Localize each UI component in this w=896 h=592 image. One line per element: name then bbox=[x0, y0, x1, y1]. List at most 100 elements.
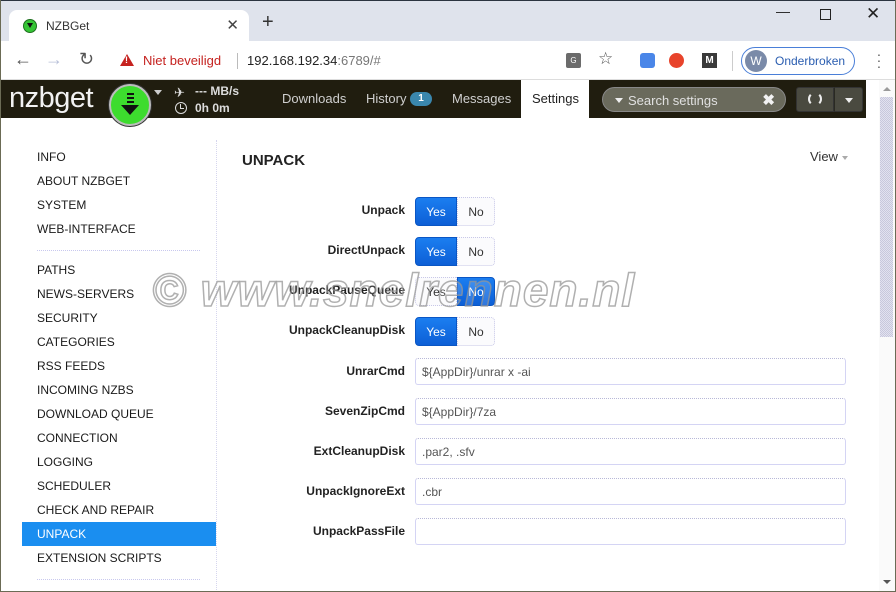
scroll-down-icon[interactable] bbox=[883, 580, 891, 584]
sidebar-item-rss-feeds[interactable]: RSS FEEDS bbox=[22, 354, 216, 378]
kebab-menu-icon[interactable]: · · · bbox=[876, 47, 882, 73]
sidebar-item-about-nzbget[interactable]: ABOUT NZBGET bbox=[22, 169, 216, 193]
address-bar[interactable]: 192.168.192.34:6789/# bbox=[247, 53, 381, 68]
window-close-icon[interactable]: ✕ bbox=[866, 4, 880, 24]
view-menu-button[interactable]: View bbox=[810, 149, 848, 164]
sidebar-item-check-and-repair[interactable]: CHECK AND REPAIR bbox=[22, 498, 216, 522]
sidebar-item-paths[interactable]: PATHS bbox=[22, 258, 216, 282]
setting-label: Unpack bbox=[361, 203, 405, 217]
tab-messages[interactable]: Messages bbox=[452, 91, 511, 106]
sidebar-item-news-servers[interactable]: NEWS-SERVERS bbox=[22, 282, 216, 306]
sidebar-item-web-interface[interactable]: WEB-INTERFACE bbox=[22, 217, 216, 241]
no-option[interactable]: No bbox=[457, 237, 495, 266]
sidebar-item-info[interactable]: INFO bbox=[22, 145, 216, 169]
unpackignoreext-input[interactable] bbox=[415, 478, 846, 505]
sidebar-item-categories[interactable]: CATEGORIES bbox=[22, 330, 216, 354]
sidebar-item-connection[interactable]: CONNECTION bbox=[22, 426, 216, 450]
caret-down-icon bbox=[841, 155, 848, 160]
nzbget-favicon-icon bbox=[23, 19, 37, 33]
search-settings-input[interactable]: Search settings ✖ bbox=[602, 87, 786, 112]
clear-search-icon[interactable]: ✖ bbox=[762, 91, 775, 109]
maximize-icon[interactable] bbox=[820, 9, 831, 20]
refresh-button[interactable] bbox=[796, 87, 834, 112]
browser-tab[interactable]: NZBGet ✕ bbox=[9, 10, 249, 43]
forward-icon[interactable]: → bbox=[45, 50, 63, 68]
no-option[interactable]: No bbox=[457, 317, 495, 346]
directunpack-toggle[interactable]: Yes No bbox=[415, 237, 495, 266]
url-separator bbox=[237, 53, 238, 69]
new-tab-icon[interactable]: + bbox=[262, 12, 274, 32]
tab-downloads[interactable]: Downloads bbox=[282, 91, 346, 106]
unpack-toggle[interactable]: Yes No bbox=[415, 197, 495, 226]
scrollbar-thumb[interactable] bbox=[880, 97, 893, 337]
translate-icon[interactable]: G bbox=[566, 53, 581, 68]
refresh-options-button[interactable] bbox=[834, 87, 863, 112]
reload-icon[interactable]: ↻ bbox=[79, 50, 94, 68]
unpackpassfile-input[interactable] bbox=[415, 518, 846, 545]
tab-close-icon[interactable]: ✕ bbox=[226, 16, 239, 34]
unpackcleanupdisk-toggle[interactable]: Yes No bbox=[415, 317, 495, 346]
sidebar-item-unpack[interactable]: UNPACK bbox=[22, 522, 216, 546]
extension-m-icon[interactable]: M bbox=[702, 53, 717, 68]
nzbget-logo: nzbget bbox=[9, 82, 94, 114]
tab-title: NZBGet bbox=[46, 19, 90, 33]
setting-label: UnrarCmd bbox=[346, 364, 405, 378]
star-icon[interactable]: ☆ bbox=[598, 50, 613, 67]
scroll-up-icon[interactable] bbox=[883, 87, 891, 91]
avatar: W bbox=[745, 50, 767, 72]
history-count-badge: 1 bbox=[410, 92, 432, 106]
plane-icon: ✈ bbox=[174, 85, 185, 100]
section-title: UNPACK bbox=[242, 152, 306, 169]
profile-name: Onderbroken bbox=[775, 54, 846, 68]
no-option[interactable]: No bbox=[457, 197, 495, 226]
caret-down-icon[interactable] bbox=[615, 98, 623, 103]
no-option[interactable]: No bbox=[457, 277, 495, 306]
extcleanupdisk-input[interactable] bbox=[415, 438, 846, 465]
download-add-button[interactable] bbox=[109, 84, 151, 126]
download-arrow-icon bbox=[127, 93, 134, 105]
toolbar-separator bbox=[732, 51, 733, 71]
extension-icon[interactable] bbox=[640, 53, 655, 68]
back-icon[interactable]: ← bbox=[14, 50, 32, 68]
setting-label: UnpackCleanupDisk bbox=[288, 323, 405, 337]
setting-label: UnpackPauseQueue bbox=[288, 283, 405, 297]
yes-option[interactable]: Yes bbox=[415, 237, 457, 266]
profile-button[interactable]: W Onderbroken bbox=[741, 47, 855, 75]
download-speed: --- MB/s bbox=[195, 84, 239, 98]
minimize-icon[interactable]: — bbox=[776, 3, 790, 19]
sidebar-item-download-queue[interactable]: DOWNLOAD QUEUE bbox=[22, 402, 216, 426]
yes-option[interactable]: Yes bbox=[415, 317, 457, 346]
sidebar-item-scheduler[interactable]: SCHEDULER bbox=[22, 474, 216, 498]
setting-label: UnpackIgnoreExt bbox=[306, 484, 405, 498]
unrarcmd-input[interactable] bbox=[415, 358, 846, 385]
setting-label: ExtCleanupDisk bbox=[313, 444, 405, 458]
setting-row: UnpackPassFile bbox=[230, 518, 850, 548]
setting-row: UnpackPauseQueue Yes No bbox=[230, 276, 850, 306]
setting-row: UnpackCleanupDisk Yes No bbox=[230, 316, 850, 346]
sidebar-item-incoming-nzbs[interactable]: INCOMING NZBS bbox=[22, 378, 216, 402]
refresh-icon bbox=[808, 92, 822, 106]
tab-settings[interactable]: Settings bbox=[532, 91, 579, 106]
sidebar-divider bbox=[216, 140, 217, 592]
sevenzipcmd-input[interactable] bbox=[415, 398, 846, 425]
sidebar-separator bbox=[37, 250, 200, 251]
sidebar-item-security[interactable]: SECURITY bbox=[22, 306, 216, 330]
setting-row: UnrarCmd bbox=[230, 358, 850, 388]
setting-row: UnpackIgnoreExt bbox=[230, 478, 850, 508]
clock-icon bbox=[175, 102, 187, 114]
yes-option[interactable]: Yes bbox=[415, 277, 457, 306]
tab-history[interactable]: History bbox=[366, 91, 406, 106]
page-scrollbar[interactable] bbox=[879, 80, 895, 592]
search-placeholder: Search settings bbox=[628, 93, 718, 108]
extension-icon[interactable] bbox=[669, 53, 684, 68]
security-label[interactable]: Niet beveiligd bbox=[143, 53, 221, 68]
sidebar-item-extension-scripts[interactable]: EXTENSION SCRIPTS bbox=[22, 546, 216, 570]
warning-triangle-icon[interactable] bbox=[120, 54, 134, 66]
browser-titlebar: NZBGet ✕ + — ✕ bbox=[0, 0, 896, 43]
unpackpausequeue-toggle[interactable]: Yes No bbox=[415, 277, 495, 306]
sidebar-item-system[interactable]: SYSTEM bbox=[22, 193, 216, 217]
caret-down-icon[interactable] bbox=[154, 90, 162, 95]
yes-option[interactable]: Yes bbox=[415, 197, 457, 226]
download-arrow-head bbox=[121, 105, 139, 115]
sidebar-item-logging[interactable]: LOGGING bbox=[22, 450, 216, 474]
